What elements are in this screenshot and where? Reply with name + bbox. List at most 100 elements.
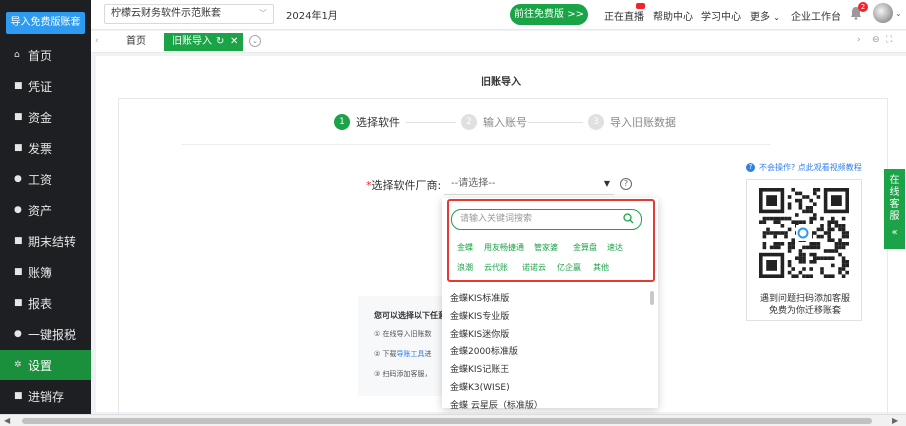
- top-bar: 柠檬云财务软件示范账套 ﹀ 2024年1月 前往免费版 >> 正在直播 帮助中心…: [91, 0, 906, 30]
- sidebar-item-label: 资金: [28, 110, 53, 125]
- salary-icon: ●: [14, 173, 22, 184]
- step-enter-account: 2 输入账号: [461, 114, 527, 130]
- vendor-option[interactable]: 金蝶 云星辰（标准版）: [450, 398, 543, 411]
- step-label: 导入旧账数据: [610, 116, 676, 129]
- refresh-icon[interactable]: ↻: [216, 33, 224, 51]
- tip-scan-service: ③ 扫码添加客服，: [374, 370, 432, 378]
- help-center-link[interactable]: 帮助中心: [653, 8, 693, 23]
- chevron-down-icon[interactable]: ⌄: [895, 9, 902, 18]
- sidebar-item-label: 凭证: [28, 79, 53, 94]
- period-end-icon: ■: [14, 235, 23, 246]
- live-link[interactable]: 正在直播: [604, 8, 644, 23]
- online-service-tab[interactable]: 在线客服 «: [884, 169, 905, 249]
- sidebar-item-period-end[interactable]: ■ 期末结转: [0, 226, 91, 256]
- vendor-option[interactable]: 金蝶2000标准版: [450, 344, 518, 357]
- tab-bar: ‹ 首页 旧账导入 ↻ ✕ ⌄ › ⊖ ⛶: [91, 31, 906, 53]
- assets-icon: ●: [14, 204, 22, 215]
- qr-code-icon: [759, 188, 849, 278]
- sidebar-item-label: 首页: [28, 48, 53, 63]
- step-number: 1: [334, 114, 350, 130]
- inventory-icon: ■: [14, 390, 23, 401]
- tab-home[interactable]: 首页: [111, 34, 161, 50]
- vendor-option[interactable]: 金蝶K3(WISE): [450, 380, 510, 393]
- more-menu[interactable]: 更多 ⌄: [750, 8, 780, 23]
- company-name: 柠檬云财务软件示范账套: [111, 8, 221, 19]
- video-tutorial-text: 不会操作? 点此观看视频教程: [759, 163, 862, 172]
- software-vendor-select[interactable]: --请选择-- ▼: [444, 173, 614, 195]
- sidebar-item-label: 账簿: [28, 265, 53, 280]
- arrow-left-icon[interactable]: ◀: [4, 416, 10, 425]
- sidebar-item-label: 设置: [28, 358, 53, 373]
- sidebar-item-label: 一键报税: [28, 327, 77, 342]
- current-period[interactable]: 2024年1月: [286, 7, 338, 22]
- settings-icon: ✲: [14, 359, 22, 370]
- vendor-option[interactable]: 金蝶KIS记账王: [450, 362, 509, 375]
- import-free-account-button[interactable]: 导入免费版账套: [6, 12, 85, 34]
- step-connector: [528, 122, 583, 123]
- arrow-right-icon[interactable]: ▶: [892, 416, 898, 425]
- sidebar-item-inventory[interactable]: ■ 进销存: [0, 381, 91, 411]
- chevrons-left-icon: «: [891, 227, 898, 238]
- learning-center-link[interactable]: 学习中心: [701, 8, 741, 23]
- fullscreen-icon[interactable]: ⛶: [886, 35, 892, 45]
- horizontal-scrollbar[interactable]: ◀ ▶: [0, 414, 906, 426]
- sidebar-item-home[interactable]: ⌂ 首页: [0, 40, 91, 70]
- caret-down-icon: ▼: [603, 179, 610, 188]
- step-connector: [406, 122, 456, 123]
- invoice-icon: ■: [14, 142, 23, 153]
- live-badge: [636, 3, 645, 9]
- sidebar-item-label: 资产: [28, 203, 53, 218]
- tip-download-tool: ② 下载导账工具进: [374, 350, 432, 358]
- sidebar-item-label: 工资: [28, 172, 53, 187]
- vendor-option[interactable]: 金蝶KIS迷你版: [450, 327, 509, 340]
- sidebar-item-settings[interactable]: ✲ 设置: [0, 350, 91, 380]
- sidebar-item-report[interactable]: ■ 报表: [0, 288, 91, 318]
- sidebar-item-invoice[interactable]: ■ 发票: [0, 133, 91, 163]
- tip-online-import: ① 在线导入旧账数: [374, 330, 432, 338]
- notification-count-badge: 2: [858, 2, 868, 12]
- enterprise-workbench-link[interactable]: 企业工作台: [791, 8, 841, 23]
- page-title: 旧账导入: [481, 77, 521, 88]
- sidebar-item-assets[interactable]: ● 资产: [0, 195, 91, 225]
- customer-service-qr: 遇到问题扫码添加客服 免费为你迁移账套: [746, 179, 862, 321]
- step-number: 3: [588, 114, 604, 130]
- avatar[interactable]: [873, 3, 893, 23]
- step-import-data: 3 导入旧账数据: [588, 114, 676, 130]
- question-icon[interactable]: ?: [620, 178, 632, 190]
- sidebar-item-funds[interactable]: ■ 资金: [0, 102, 91, 132]
- tab-old-account-import[interactable]: 旧账导入 ↻ ✕: [164, 33, 243, 51]
- chevron-right-icon[interactable]: ›: [857, 35, 861, 45]
- step-label: 输入账号: [483, 116, 527, 129]
- chevron-left-icon[interactable]: ‹: [95, 36, 99, 46]
- select-placeholder: --请选择--: [451, 178, 496, 189]
- scrollbar-thumb[interactable]: [22, 418, 872, 424]
- step-choose-software: 1 选择软件: [334, 114, 400, 130]
- video-tutorial-link[interactable]: ? 不会操作? 点此观看视频教程: [746, 162, 862, 173]
- close-icon[interactable]: ✕: [230, 33, 238, 51]
- voucher-icon: ■: [14, 80, 23, 91]
- sidebar-item-ledger[interactable]: ■ 账簿: [0, 257, 91, 287]
- tips-title: 您可以选择以下任意: [374, 311, 446, 320]
- ledger-icon: ■: [14, 266, 23, 277]
- step-number: 2: [461, 114, 477, 130]
- more-label: 更多: [750, 12, 770, 23]
- sidebar-item-label: 进销存: [28, 389, 65, 404]
- sidebar-item-label: 报表: [28, 296, 53, 311]
- sidebar-item-voucher[interactable]: ■ 凭证: [0, 71, 91, 101]
- chevron-down-icon: ⌄: [773, 13, 780, 22]
- chevron-down-icon[interactable]: ⌄: [249, 35, 261, 47]
- online-service-label: 在线客服: [889, 175, 900, 222]
- sidebar-item-salary[interactable]: ● 工资: [0, 164, 91, 194]
- company-selector[interactable]: 柠檬云财务软件示范账套 ﹀: [104, 4, 274, 24]
- qr-caption: 遇到问题扫码添加客服 免费为你迁移账套: [759, 294, 850, 316]
- download-tool-link[interactable]: 导账工具: [397, 350, 425, 358]
- sidebar-item-tax[interactable]: ● 一键报税: [0, 319, 91, 349]
- dropdown-scrollbar[interactable]: [650, 291, 654, 305]
- question-icon: ?: [746, 163, 755, 172]
- go-free-version-button[interactable]: 前往免费版 >>: [510, 4, 588, 25]
- vendor-option[interactable]: 金蝶KIS标准版: [450, 291, 509, 304]
- funds-icon: ■: [14, 111, 23, 122]
- collapse-icon[interactable]: ⊖: [872, 35, 880, 45]
- popular-vendors-highlight: [447, 199, 655, 282]
- vendor-option[interactable]: 金蝶KIS专业版: [450, 309, 509, 322]
